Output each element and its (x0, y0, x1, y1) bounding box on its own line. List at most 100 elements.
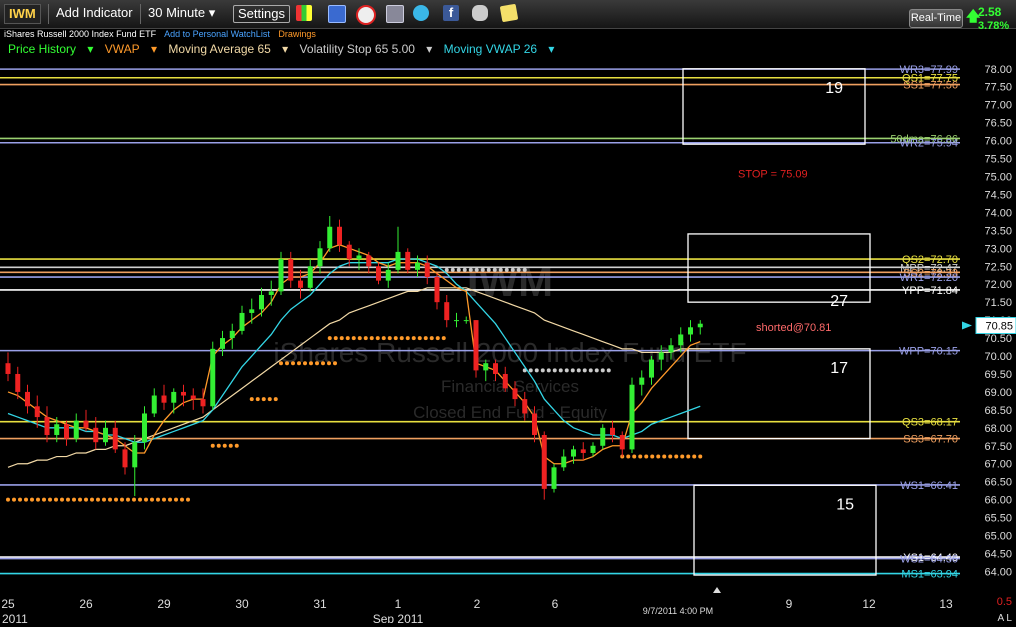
candle-body (171, 391, 177, 403)
toolbar-divider (140, 4, 141, 24)
vstop-dot (552, 368, 557, 373)
vstop-dot (24, 497, 28, 502)
add-indicator-button[interactable]: Add Indicator (52, 4, 137, 22)
vstop-dot (600, 368, 605, 373)
chart-type-icon[interactable] (296, 5, 312, 21)
candle-body (327, 226, 333, 249)
vstop-dot (321, 361, 325, 366)
note-icon[interactable] (499, 3, 519, 23)
candle-body (463, 320, 469, 322)
vstop-dot (162, 497, 166, 502)
alarm-clock-icon[interactable] (356, 5, 376, 25)
date-tick-label: 26 (79, 597, 93, 611)
price-tick-label: 69.50 (984, 369, 1012, 381)
interval-select[interactable]: 30 Minute ▾ (144, 4, 219, 22)
vstop-dot (698, 454, 703, 459)
vstop-dot (174, 497, 178, 502)
candle-body (385, 269, 391, 281)
candle-body (288, 259, 294, 281)
box-label: 19 (825, 80, 843, 97)
annotation-label: shorted@70.81 (756, 322, 831, 334)
vstop-dot (474, 267, 479, 272)
candle-body (483, 363, 489, 371)
facebook-icon[interactable]: f (443, 5, 459, 21)
date-tick-label: 9 (786, 597, 793, 611)
drawings-link[interactable]: Drawings (278, 29, 316, 39)
candle-body (600, 427, 606, 446)
vstop-dot (656, 454, 661, 459)
candle-body (697, 323, 703, 328)
candle-body (298, 280, 303, 288)
candle-body (122, 449, 128, 468)
settings-button[interactable]: Settings (233, 5, 290, 23)
toolbar: IWM Add Indicator 30 Minute ▾ Settings f… (0, 0, 1016, 32)
watermark: IWM iShares Russell 2000 Index Fund ETF … (273, 258, 746, 422)
candle-body (376, 266, 381, 281)
vstop-dot (12, 497, 16, 502)
watermark-symbol: IWM (467, 258, 553, 305)
vstop-dot (594, 368, 599, 373)
symbol-input[interactable]: IWM (4, 4, 41, 24)
price-tick-label: 65.50 (984, 513, 1012, 525)
candle-body (356, 255, 362, 260)
vstop-dot (60, 497, 64, 502)
vstop-dot (387, 336, 392, 341)
vstop-dot (291, 361, 295, 366)
price-chart[interactable]: IWM iShares Russell 2000 Index Fund ETF … (0, 58, 1016, 623)
vstop-dot (534, 368, 539, 373)
last-price-label: 70.85 (985, 321, 1013, 333)
binoculars-icon[interactable] (472, 5, 488, 21)
candle-body (142, 413, 147, 443)
realtime-button[interactable]: Real-Time (909, 9, 963, 28)
price-tick-label: 67.00 (984, 459, 1012, 471)
legend-ma65[interactable]: Moving Average 65 ▾ (168, 42, 288, 56)
vstop-dot (150, 497, 154, 502)
candle-body (181, 391, 186, 396)
box-label: 27 (830, 293, 848, 310)
candle-body (103, 427, 108, 443)
twitter-icon[interactable] (413, 5, 429, 21)
legend-price-history[interactable]: Price History ▾ (8, 42, 93, 56)
save-icon[interactable] (328, 5, 346, 23)
price-tick-label: 71.50 (984, 297, 1012, 309)
price-tick-label: 74.00 (984, 207, 1012, 219)
vstop-dot (570, 368, 575, 373)
date-tick-label: 2 (474, 597, 481, 611)
vstop-dot (186, 497, 190, 502)
vstop-dot (228, 443, 233, 448)
price-tick-label: 66.00 (984, 495, 1012, 507)
vstop-dot (66, 497, 70, 502)
level-label: WS2=64.36 (900, 554, 958, 566)
candle-body (610, 427, 615, 436)
vstop-dot (429, 336, 434, 341)
candle-body (132, 442, 138, 468)
toolbar-divider (48, 4, 49, 24)
vstop-dot (84, 497, 88, 502)
print-icon[interactable] (386, 5, 404, 23)
candle-body (210, 348, 216, 407)
watermark-name: iShares Russell 2000 Index Fund ETF (273, 337, 746, 368)
candle-body (259, 294, 264, 310)
vstop-dot (327, 361, 331, 366)
price-tick-label: 68.50 (984, 405, 1012, 417)
price-tick-label: 72.00 (984, 279, 1012, 291)
level-label: WPP=70.15 (899, 346, 958, 358)
price-tick-label: 73.50 (984, 225, 1012, 237)
vstop-dot (222, 443, 227, 448)
vstop-dot (644, 454, 649, 459)
candle-body (658, 352, 664, 360)
candle-body (454, 320, 459, 322)
candle-body (473, 320, 479, 371)
legend-moving-vwap[interactable]: Moving VWAP 26 ▾ (444, 42, 555, 56)
candle-body (541, 435, 547, 489)
candle-body (54, 424, 60, 436)
legend-vwap[interactable]: VWAP ▾ (105, 42, 157, 56)
price-tick-label: 74.50 (984, 189, 1012, 201)
vstop-dot (363, 336, 368, 341)
instrument-header: iShares Russell 2000 Index Fund ETF Add … (4, 29, 322, 39)
legend-volatility-stop[interactable]: Volatility Stop 65 5.00 ▾ (300, 42, 433, 56)
candle-body (619, 435, 625, 450)
vstop-dot (273, 397, 278, 402)
price-tick-label: 64.50 (984, 549, 1012, 561)
add-watchlist-link[interactable]: Add to Personal WatchList (164, 29, 270, 39)
